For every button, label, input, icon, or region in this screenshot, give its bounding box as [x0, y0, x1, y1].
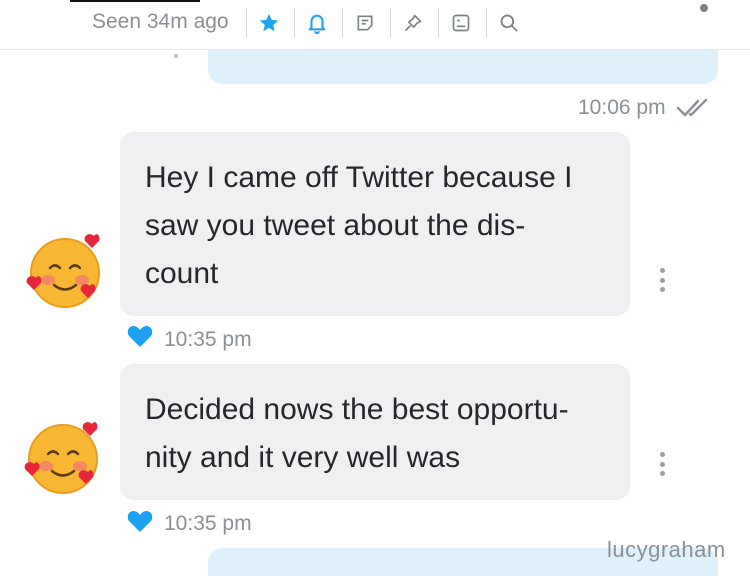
- emoji-avatar-icon[interactable]: [22, 418, 104, 500]
- message-line: saw you tweet about the dis-: [145, 209, 526, 242]
- message-timestamp: 10:35 pm: [164, 328, 252, 351]
- conversation-screen: Seen 34m ago 10:06 pm Hey I came off Twi…: [0, 0, 750, 576]
- image-icon[interactable]: [447, 9, 475, 37]
- message-dot-indicator: [174, 54, 178, 58]
- emoji-avatar-icon[interactable]: [24, 230, 106, 312]
- like-heart-icon[interactable]: [127, 324, 153, 348]
- incoming-message-bubble[interactable]: Decided nows the best opportu- nity and …: [120, 364, 630, 500]
- header-divider: [390, 8, 391, 38]
- message-line: count: [145, 257, 219, 290]
- read-receipt-icon: [676, 98, 708, 117]
- overflow-menu-icon[interactable]: [700, 4, 708, 12]
- message-options-icon[interactable]: [659, 452, 665, 476]
- message-timestamp: 10:35 pm: [164, 512, 252, 535]
- header-divider: [438, 8, 439, 38]
- search-icon[interactable]: [495, 9, 523, 37]
- bell-icon[interactable]: [303, 9, 331, 37]
- incoming-message-bubble[interactable]: Hey I came off Twitter because I saw you…: [120, 132, 630, 316]
- header-divider: [486, 8, 487, 38]
- message-line: Decided nows the best opportu-: [145, 393, 569, 426]
- message-text: Decided nows the best opportu- nity and …: [145, 386, 615, 482]
- outgoing-message-bubble[interactable]: [208, 50, 718, 84]
- pin-icon[interactable]: [399, 9, 427, 37]
- header-divider: [294, 8, 295, 38]
- watermark: lucygraham: [607, 537, 726, 562]
- header-top-divider: [70, 0, 200, 2]
- header-divider: [342, 8, 343, 38]
- message-timestamp: 10:06 pm: [578, 96, 666, 119]
- message-options-icon[interactable]: [659, 268, 665, 292]
- seen-status: Seen 34m ago: [92, 10, 229, 33]
- message-line: nity and it very well was: [145, 441, 461, 474]
- conversation-header: Seen 34m ago: [0, 0, 750, 50]
- star-icon[interactable]: [255, 9, 283, 37]
- header-divider: [246, 8, 247, 38]
- note-icon[interactable]: [351, 9, 379, 37]
- message-line: Hey I came off Twitter because I: [145, 161, 573, 194]
- back-arrow-icon[interactable]: [28, 0, 60, 14]
- message-text: Hey I came off Twitter because I saw you…: [145, 154, 615, 298]
- like-heart-icon[interactable]: [127, 509, 153, 533]
